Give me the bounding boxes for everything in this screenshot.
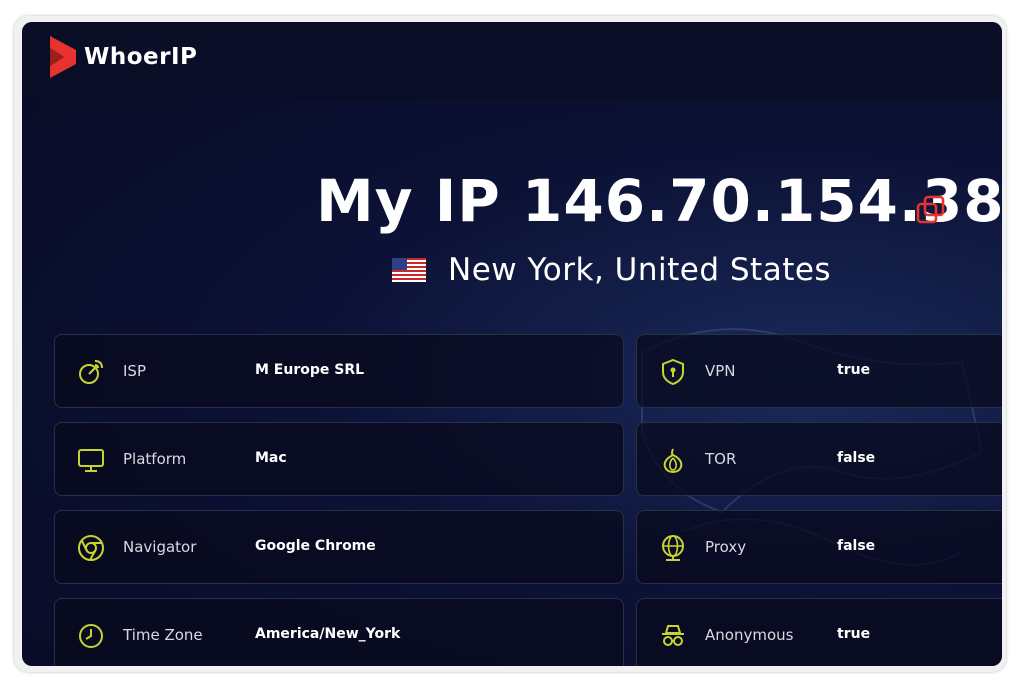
- onion-icon: [663, 448, 683, 474]
- info-value: America/New_York: [255, 626, 401, 642]
- globe-icon: [662, 535, 684, 561]
- monitor-icon: [78, 449, 104, 472]
- info-label: Navigator: [123, 538, 197, 556]
- us-flag-icon: [392, 258, 426, 282]
- info-value: false: [837, 538, 876, 554]
- whoerip-logo[interactable]: WhoerIP: [50, 36, 197, 78]
- satellite-dish-icon: [79, 360, 103, 384]
- info-label: VPN: [705, 362, 736, 380]
- info-value: Mac: [255, 450, 287, 466]
- spy-icon: [662, 625, 684, 646]
- location-line: New York, United States: [392, 252, 831, 288]
- copy-icon[interactable]: [914, 194, 948, 228]
- info-label: Platform: [123, 450, 187, 468]
- brand-name: WhoerIP: [84, 44, 198, 70]
- info-label: ISP: [123, 362, 146, 380]
- whoerip-logo-icon: [50, 36, 76, 78]
- location-text: New York, United States: [448, 252, 832, 288]
- info-card-timezone: Time Zone America/New_York: [54, 598, 624, 666]
- info-card-anonymous: Anonymous true: [636, 598, 1002, 666]
- chrome-icon: [78, 535, 104, 561]
- info-value: true: [837, 362, 871, 378]
- ip-address[interactable]: My IP 146.70.154.38: [316, 172, 1002, 230]
- info-label: Time Zone: [123, 626, 203, 644]
- clock-icon: [79, 624, 103, 648]
- ip-heading: My IP 146.70.154.38: [316, 172, 1002, 230]
- browser-viewport: WhoerIP My IP 146.70.154.38 New York, Un…: [22, 22, 1002, 666]
- info-value: true: [837, 626, 871, 642]
- info-card-platform: Platform Mac: [54, 422, 624, 496]
- info-value: Google Chrome: [255, 538, 376, 554]
- info-card-isp: ISP M Europe SRL: [54, 334, 624, 408]
- info-card-proxy: Proxy false: [636, 510, 1002, 584]
- shield-icon: [662, 358, 684, 386]
- info-card-navigator: Navigator Google Chrome: [54, 510, 624, 584]
- info-card-tor: TOR false: [636, 422, 1002, 496]
- info-value: false: [837, 450, 876, 466]
- site-header: WhoerIP: [22, 22, 1002, 100]
- info-label: Proxy: [705, 538, 747, 556]
- info-card-vpn: VPN true: [636, 334, 1002, 408]
- info-label: Anonymous: [705, 626, 794, 644]
- info-value: M Europe SRL: [255, 362, 365, 378]
- info-label: TOR: [705, 450, 737, 468]
